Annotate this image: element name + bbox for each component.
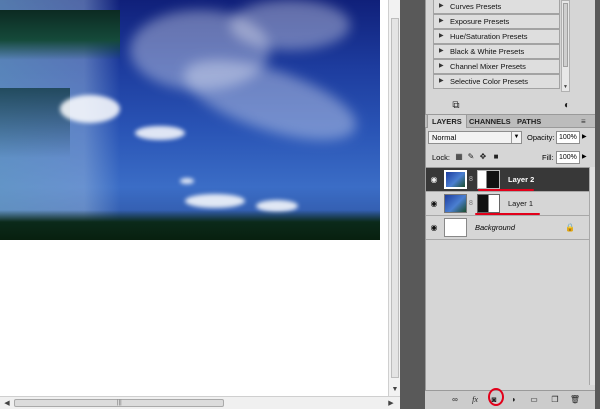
annotation-underline [475, 213, 540, 215]
eye-icon[interactable]: ◉ [428, 222, 440, 233]
scroll-down-icon[interactable]: ▼ [391, 386, 399, 394]
chevron-down-icon: ▼ [511, 132, 521, 143]
presets-scrollbar[interactable]: ▼ [561, 0, 570, 92]
eye-icon[interactable]: ◉ [428, 174, 440, 185]
expand-triangle-icon: ▶ [439, 63, 444, 69]
opacity-slider-icon[interactable]: ▶ [582, 133, 587, 140]
lock-icon: 🔒 [565, 223, 575, 232]
layer-name: Background [475, 223, 516, 232]
expand-triangle-icon: ▶ [439, 18, 444, 24]
panel-menu-icon[interactable]: ≡ [581, 117, 591, 126]
preset-label: Curves Presets [450, 2, 502, 11]
opacity-label: Opacity: [527, 133, 555, 142]
adjustments-presets-list: ▶ Curves Presets ▶ Exposure Presets ▶ Hue/S… [433, 0, 560, 92]
layer-list: ◉ 8 Layer 2 ◉ 8 Layer 1 ◉ Background 🔒 [426, 167, 589, 385]
layers-scrollbar[interactable] [589, 167, 595, 385]
eye-icon[interactable]: ◉ [428, 198, 440, 209]
preset-item[interactable]: ▶ Exposure Presets [433, 14, 560, 29]
lock-all-icon[interactable]: ■ [491, 151, 501, 162]
lock-position-icon[interactable]: ✥ [478, 151, 488, 162]
chain-link-icon[interactable]: 8 [469, 199, 475, 209]
canvas-vertical-scrollbar[interactable]: ▼ [388, 0, 400, 396]
preset-label: Selective Color Presets [450, 77, 528, 86]
layers-panel-tabs: LAYERS CHANNELS PATHS ≡ [425, 114, 595, 128]
scroll-right-icon[interactable]: ▶ [386, 399, 396, 408]
canvas-horizontal-scrollbar[interactable]: ◀ ||| ▶ [0, 396, 400, 409]
layers-panel-footer: ∞ fx ◙ ◑ ▭ ❐ 🗑 [425, 390, 595, 409]
delete-layer-icon[interactable]: 🗑 [569, 394, 581, 406]
preset-item[interactable]: ▶ Black & White Presets [433, 44, 560, 59]
opacity-field[interactable]: 100% [556, 131, 580, 144]
fx-icon[interactable]: fx [469, 394, 481, 406]
scroll-thumb[interactable] [563, 3, 568, 67]
scroll-thumb[interactable]: ||| [14, 399, 224, 407]
layer-name: Layer 2 [508, 175, 535, 184]
new-layer-icon[interactable]: ❐ [549, 394, 561, 406]
expand-triangle-icon: ▶ [439, 3, 444, 9]
fill-label: Fill: [542, 153, 554, 162]
expand-triangle-icon: ▶ [439, 48, 444, 54]
scroll-down-icon[interactable]: ▼ [562, 84, 569, 90]
layer-thumbnail [444, 194, 467, 213]
preset-label: Black & White Presets [450, 47, 525, 56]
preset-item[interactable]: ▶ Selective Color Presets [433, 74, 560, 89]
lock-transparent-icon[interactable]: ▦ [454, 151, 464, 162]
layer-thumbnail [444, 218, 467, 237]
new-group-icon[interactable]: ▭ [528, 394, 540, 406]
chain-link-icon[interactable]: 8 [469, 175, 475, 185]
photo-composite [0, 0, 380, 240]
expand-triangle-icon: ▶ [439, 33, 444, 39]
grip-icon: ||| [117, 400, 122, 406]
preset-item[interactable]: ▶ Hue/Saturation Presets [433, 29, 560, 44]
preset-label: Exposure Presets [450, 17, 510, 26]
preset-label: Channel Mixer Presets [450, 62, 526, 71]
lock-label: Lock: [432, 153, 450, 162]
preset-label: Hue/Saturation Presets [450, 32, 528, 41]
preset-item[interactable]: ▶ Channel Mixer Presets [433, 59, 560, 74]
link-layers-icon[interactable]: ∞ [449, 394, 461, 406]
tab-paths[interactable]: PATHS [513, 115, 545, 128]
mask-thumbnail[interactable] [477, 170, 500, 189]
blend-mode-value: Normal [432, 133, 457, 142]
layer-name: Layer 1 [508, 199, 534, 208]
return-to-list-icon[interactable]: ⧉ [449, 100, 463, 112]
document-canvas[interactable] [0, 0, 388, 396]
layer-thumbnail [444, 170, 467, 189]
layer-row-background[interactable]: ◉ Background 🔒 [426, 216, 589, 240]
tab-layers[interactable]: LAYERS [427, 115, 467, 128]
lock-image-icon[interactable]: ✎ [466, 151, 476, 162]
preset-item[interactable]: ▶ Curves Presets [433, 0, 560, 14]
mask-thumbnail[interactable] [477, 194, 500, 213]
annotation-circle [488, 388, 504, 406]
fill-slider-icon[interactable]: ▶ [582, 153, 587, 160]
expand-triangle-icon: ▶ [439, 78, 444, 84]
scroll-left-icon[interactable]: ◀ [2, 399, 12, 408]
tab-channels[interactable]: CHANNELS [465, 115, 515, 128]
scroll-thumb[interactable] [391, 18, 399, 378]
fill-field[interactable]: 100% [556, 151, 580, 164]
annotation-underline [478, 189, 534, 191]
view-toggle-icon[interactable]: ◐ [560, 100, 574, 112]
adjustment-layer-icon[interactable]: ◑ [507, 394, 519, 406]
blend-mode-select[interactable]: Normal ▼ [428, 131, 522, 144]
